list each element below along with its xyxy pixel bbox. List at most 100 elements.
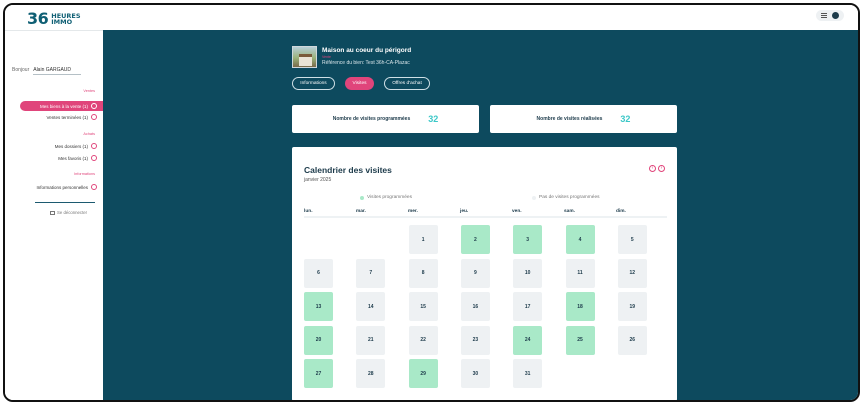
user-name: Alain GARGAUD xyxy=(33,67,82,75)
calendar-day[interactable]: 7 xyxy=(356,258,386,288)
calendar-day[interactable]: 15 xyxy=(408,292,438,321)
weekday-label: lun. xyxy=(304,209,313,214)
sidebar-item-dossiers[interactable]: Mes dossiers (1) xyxy=(55,143,97,149)
hamburger-menu-icon[interactable] xyxy=(821,13,827,18)
logo[interactable]: 36 HEURES IMMO xyxy=(27,9,81,28)
tabs: Informations Visites Offres d'achat xyxy=(292,77,430,90)
tab-visites[interactable]: Visites xyxy=(345,77,374,90)
calendar-day[interactable]: 31 xyxy=(513,359,543,388)
property-reference: Référence du bien: Test 36h-CA-Plazac xyxy=(322,60,410,66)
property-info: Maison au coeur du périgord Vente Référe… xyxy=(322,46,411,68)
calendar-month: janvier 2025 xyxy=(304,177,332,183)
logout-icon xyxy=(50,210,55,215)
property-tag: Vente xyxy=(322,55,331,59)
calendar-nav: ‹ › xyxy=(649,165,665,172)
calendar-day[interactable]: 21 xyxy=(356,325,386,355)
calendar-day[interactable]: 19 xyxy=(617,292,647,321)
logo-wordmark: HEURES IMMO xyxy=(51,12,80,26)
calendar-day[interactable]: 9 xyxy=(460,258,490,288)
property-thumbnail xyxy=(292,46,317,68)
calendar-day[interactable]: 1 xyxy=(408,225,438,254)
sidebar-item-ventes-terminees[interactable]: Ventes terminées (1) xyxy=(46,114,97,120)
legend-none: Pas de visites programmées xyxy=(532,195,600,200)
sidebar-divider xyxy=(35,202,95,203)
calendar-day[interactable]: 13 xyxy=(304,292,333,321)
tab-offres-achat[interactable]: Offres d'achat xyxy=(384,77,430,90)
stat-card-done: Nombre de visites réalisées 32 xyxy=(490,105,677,133)
calendar-day[interactable]: 8 xyxy=(408,258,438,288)
sidebar-item-label: Mes dossiers (1) xyxy=(54,143,88,149)
heart-icon xyxy=(91,155,97,161)
calendar-day[interactable]: 5 xyxy=(617,225,647,254)
calendar-day[interactable]: 10 xyxy=(513,258,543,288)
calendar-day[interactable]: 17 xyxy=(513,292,543,321)
logout-link[interactable]: Se déconnecter xyxy=(50,210,87,215)
chevron-left-icon[interactable]: ‹ xyxy=(649,165,656,172)
sidebar-item-label: Ventes terminées (1) xyxy=(46,114,88,120)
calendar-day[interactable]: 2 xyxy=(460,225,490,254)
calendar-day[interactable]: 26 xyxy=(617,325,647,355)
sidebar-item-label: Informations personnelles xyxy=(36,184,88,190)
calendar-day[interactable]: 28 xyxy=(356,359,386,388)
stat-label: Nombre de visites programmées xyxy=(332,116,411,122)
calendar-day[interactable]: 25 xyxy=(565,325,595,355)
sidebar-item-biens-vente[interactable]: Mes biens à la vente (1) xyxy=(20,101,103,111)
weekday-header: lun. mar. mer. jeu. ven. sam. dim. xyxy=(304,209,667,218)
logo-number: 36 xyxy=(27,9,49,28)
calendar-day[interactable]: 24 xyxy=(513,325,543,355)
section-label-ventes: Ventes xyxy=(83,89,95,93)
calendar-day[interactable]: 12 xyxy=(617,258,647,288)
calendar-day[interactable]: 18 xyxy=(565,292,595,321)
weekday-label: mer. xyxy=(408,209,418,214)
legend-label: Pas de visites programmées xyxy=(539,195,600,200)
sidebar-item-favoris[interactable]: Mes favoris (1) xyxy=(58,155,97,161)
sidebar: Bonjour Alain GARGAUD Ventes Mes biens à… xyxy=(5,30,103,400)
sidebar-item-informations-personnelles[interactable]: Informations personnelles xyxy=(36,184,97,190)
weekday-label: ven. xyxy=(512,209,522,214)
calendar-day[interactable]: 30 xyxy=(460,359,490,388)
sidebar-item-label: Mes favoris (1) xyxy=(58,155,88,161)
weekday-label: sam. xyxy=(564,209,575,214)
logout-label: Se déconnecter xyxy=(57,210,88,215)
chevron-right-icon[interactable]: › xyxy=(658,165,665,172)
property-header: Maison au coeur du périgord Vente Référe… xyxy=(292,46,411,68)
legend-label: Visites programmées xyxy=(367,195,412,200)
logo-line-2: IMMO xyxy=(51,17,73,26)
calendar-day[interactable]: 27 xyxy=(304,359,333,388)
section-label-achats: Achats xyxy=(83,132,95,136)
house-icon xyxy=(91,103,97,109)
calendar-day[interactable]: 16 xyxy=(460,292,490,321)
app-window: 36 HEURES IMMO Bonjour Alain GARGAUD Ven… xyxy=(3,3,860,402)
legend-swatch-scheduled xyxy=(360,195,364,200)
stat-value: 32 xyxy=(428,114,439,124)
main-content: Maison au coeur du périgord Vente Référe… xyxy=(103,30,858,400)
sidebar-item-label: Mes biens à la vente (1) xyxy=(39,103,88,109)
calendar-day[interactable]: 14 xyxy=(356,292,386,321)
calendar-day[interactable]: 23 xyxy=(460,325,490,355)
legend-swatch-none xyxy=(532,195,536,200)
stat-card-scheduled: Nombre de visites programmées 32 xyxy=(292,105,479,133)
calendar-day[interactable]: 3 xyxy=(513,225,543,254)
greeting-label: Bonjour xyxy=(12,67,30,73)
weekday-label: dim. xyxy=(616,209,626,214)
house-icon xyxy=(91,143,97,149)
weekday-label: mar. xyxy=(356,209,366,214)
check-circle-icon xyxy=(91,114,97,120)
calendar-day[interactable]: 4 xyxy=(565,225,595,254)
calendar-day[interactable]: 11 xyxy=(565,258,595,288)
user-account-icon[interactable] xyxy=(832,12,839,19)
person-icon xyxy=(91,184,97,190)
legend-scheduled: Visites programmées xyxy=(360,195,412,200)
stat-label: Nombre de visites réalisées xyxy=(536,116,603,122)
section-label-informations: Informations xyxy=(74,172,95,176)
top-bar: 36 HEURES IMMO xyxy=(5,5,858,30)
tab-informations[interactable]: Informations xyxy=(292,77,335,90)
calendar-day[interactable]: 22 xyxy=(408,325,438,355)
property-title: Maison au coeur du périgord xyxy=(322,47,412,54)
calendar-day[interactable]: 6 xyxy=(304,258,333,288)
greeting: Bonjour Alain GARGAUD xyxy=(12,67,82,75)
calendar-day[interactable]: 29 xyxy=(408,359,438,388)
visits-calendar: Calendrier des visites janvier 2025 ‹ › … xyxy=(292,147,677,400)
calendar-day[interactable]: 20 xyxy=(304,325,333,355)
account-menu[interactable] xyxy=(816,10,844,21)
